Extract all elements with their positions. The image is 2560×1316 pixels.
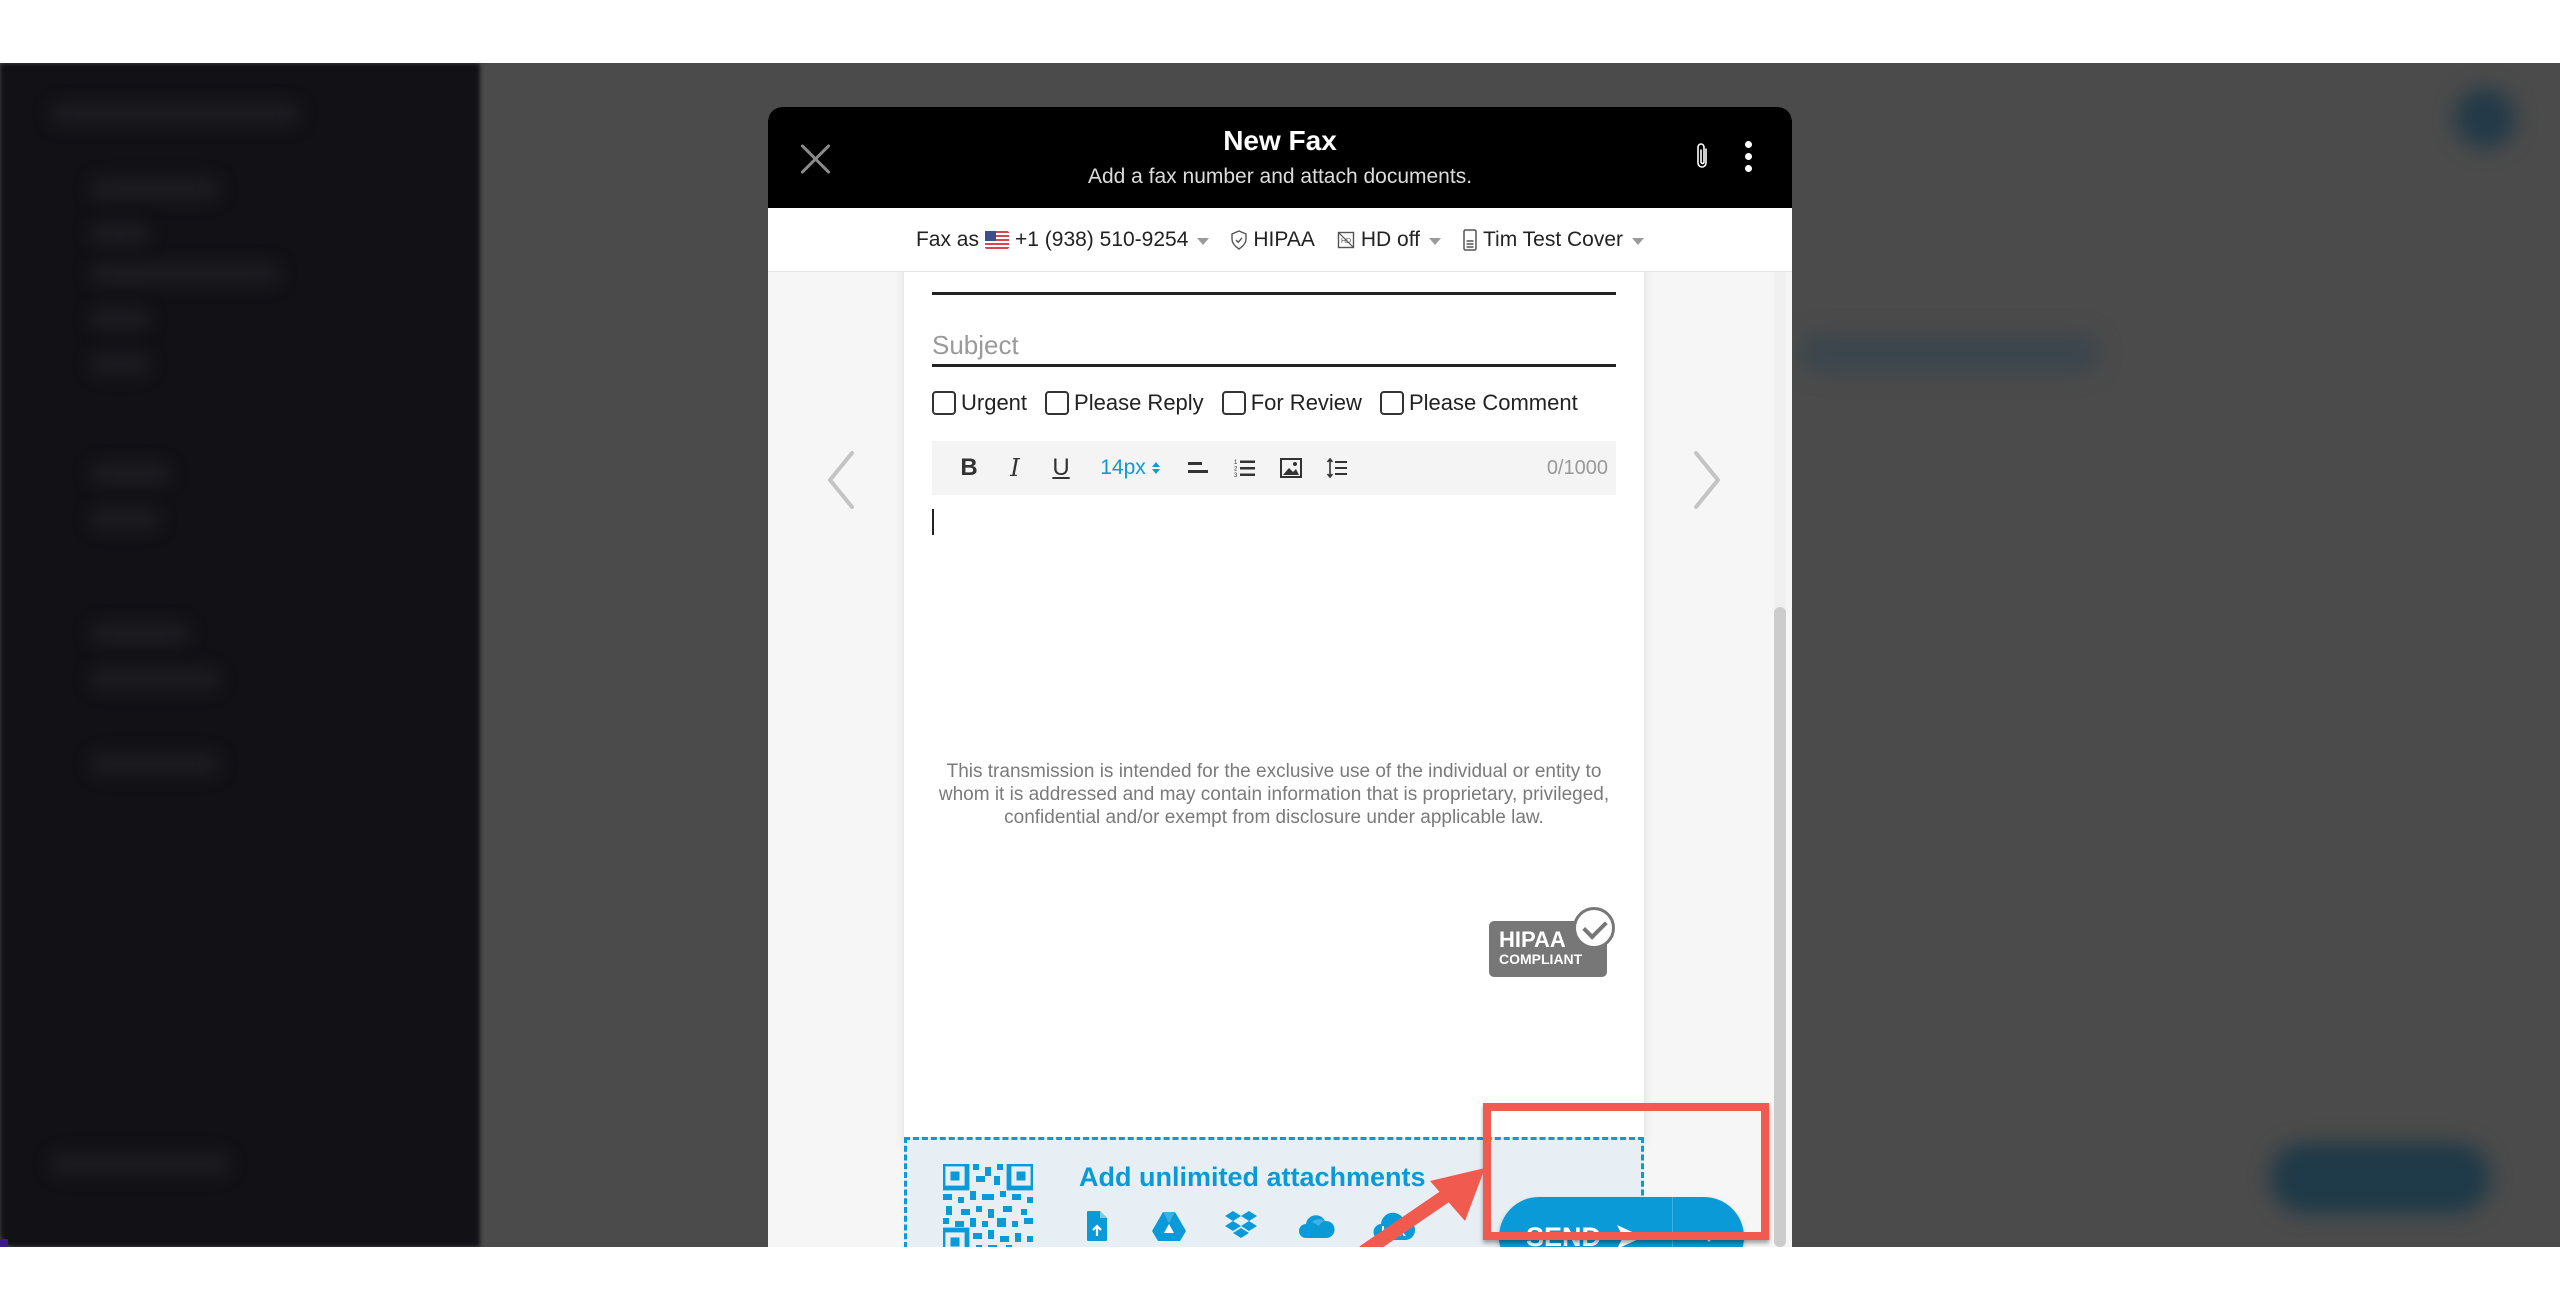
hd-label: HD off xyxy=(1360,227,1420,251)
hipaa-compliant-badge: HIPAA COMPLIANT xyxy=(1489,907,1615,977)
hd-selector[interactable]: HD HD off xyxy=(1337,228,1441,252)
image-icon xyxy=(1280,458,1302,478)
google-drive-icon[interactable] xyxy=(1151,1208,1187,1244)
send-label: SEND xyxy=(1525,1221,1601,1248)
caret-down-icon xyxy=(1197,237,1210,245)
line-height-icon xyxy=(1326,457,1347,479)
badge-line2: COMPLIANT xyxy=(1499,951,1583,967)
us-flag-icon xyxy=(985,230,1009,249)
qr-code-icon xyxy=(943,1164,1033,1247)
text-cursor xyxy=(932,509,934,535)
onedrive-icon[interactable] xyxy=(1295,1208,1337,1244)
background-avatar xyxy=(2455,88,2515,148)
fax-as-selector[interactable]: Fax as +1 (938) 510-9254 xyxy=(915,227,1210,252)
svg-text:box: box xyxy=(1381,1223,1406,1239)
more-vertical-icon[interactable] xyxy=(1743,141,1753,173)
ordered-list-button[interactable]: 123 xyxy=(1222,448,1268,488)
align-button[interactable] xyxy=(1176,448,1222,488)
send-arrow-icon xyxy=(1617,1225,1643,1247)
fax-options-bar: Fax as +1 (938) 510-9254 HIPAA HD HD off… xyxy=(768,208,1792,272)
new-fax-modal: New Fax Add a fax number and attach docu… xyxy=(768,107,1792,1247)
checkbox-please-reply[interactable]: Please Reply xyxy=(1045,390,1204,416)
line-height-button[interactable] xyxy=(1314,448,1360,488)
caret-down-icon xyxy=(1429,237,1441,245)
cover-label: Tim Test Cover xyxy=(1483,227,1624,251)
checkbox-urgent[interactable]: Urgent xyxy=(932,390,1027,416)
hipaa-label: HIPAA xyxy=(1253,227,1315,251)
svg-text:3: 3 xyxy=(1234,473,1238,478)
checkbox-label: For Review xyxy=(1250,390,1362,415)
cover-page-selector[interactable]: Tim Test Cover xyxy=(1463,227,1645,252)
checkbox-please-comment[interactable]: Please Comment xyxy=(1379,390,1578,416)
checkbox-box[interactable] xyxy=(1221,391,1246,415)
background-blob xyxy=(1800,333,2100,373)
svg-text:HD: HD xyxy=(1341,238,1351,245)
hd-off-icon: HD xyxy=(1337,231,1355,248)
ordered-list-icon: 123 xyxy=(1234,460,1255,478)
cover-checkboxes: Urgent Please Reply For Review Please Co… xyxy=(932,390,1578,416)
upload-file-icon[interactable] xyxy=(1079,1208,1115,1244)
hipaa-toggle[interactable]: HIPAA xyxy=(1231,227,1315,252)
modal-title: New Fax xyxy=(1223,125,1337,156)
shield-check-icon xyxy=(1231,229,1248,250)
paperclip-icon[interactable] xyxy=(1693,141,1711,171)
previous-page-arrow[interactable] xyxy=(822,445,862,515)
font-size-selector[interactable]: 14px xyxy=(1084,456,1176,480)
document-icon xyxy=(1463,228,1477,251)
attachments-title: Add unlimited attachments xyxy=(1079,1162,1426,1192)
italic-button[interactable]: I xyxy=(992,448,1038,488)
background-sidebar xyxy=(0,63,480,1247)
scrollbar-thumb[interactable] xyxy=(1774,607,1786,1247)
underline-button[interactable]: U xyxy=(1038,448,1084,488)
checkbox-label: Please Comment xyxy=(1408,390,1578,415)
checkbox-box[interactable] xyxy=(1045,391,1070,415)
svg-text:2: 2 xyxy=(1234,467,1238,473)
send-options-dropdown[interactable] xyxy=(1673,1197,1744,1247)
caret-down-icon xyxy=(1632,237,1645,245)
char-counter: 0/1000 xyxy=(1546,456,1608,479)
stepper-icon xyxy=(1151,462,1160,474)
editor-toolbar: B I U 14px 123 0/1000 xyxy=(932,441,1616,495)
dropbox-icon[interactable] xyxy=(1223,1208,1259,1244)
app-screen: New Fax Add a fax number and attach docu… xyxy=(0,63,2560,1247)
checkbox-box[interactable] xyxy=(1379,391,1404,415)
background-fab xyxy=(2270,1143,2490,1213)
font-size-value: 14px xyxy=(1100,456,1146,479)
attachment-sources: box xyxy=(1079,1208,1415,1244)
insert-image-button[interactable] xyxy=(1268,448,1314,488)
checkbox-label: Urgent xyxy=(961,390,1028,415)
background-corner xyxy=(0,1239,8,1247)
fax-number: +1 (938) 510-9254 xyxy=(1015,227,1189,251)
subject-input[interactable] xyxy=(932,327,1616,367)
send-button-group: SEND xyxy=(1499,1197,1744,1247)
message-editor[interactable] xyxy=(932,497,1616,717)
checkbox-for-review[interactable]: For Review xyxy=(1221,390,1362,416)
check-circle-icon xyxy=(1573,907,1615,949)
checkbox-box[interactable] xyxy=(932,391,956,415)
modal-subtitle: Add a fax number and attach documents. xyxy=(1087,165,1473,188)
confidentiality-disclaimer: This transmission is intended for the ex… xyxy=(938,761,1610,828)
next-page-arrow[interactable] xyxy=(1686,445,1726,515)
caret-down-icon xyxy=(1700,1232,1717,1242)
send-button[interactable]: SEND xyxy=(1499,1197,1673,1247)
from-field[interactable] xyxy=(932,285,1616,295)
bold-button[interactable]: B xyxy=(946,448,992,488)
modal-header: New Fax Add a fax number and attach docu… xyxy=(768,107,1792,208)
align-left-icon xyxy=(1188,462,1208,473)
fax-as-label: Fax as xyxy=(915,227,979,251)
box-icon[interactable]: box xyxy=(1373,1208,1415,1244)
svg-text:1: 1 xyxy=(1234,460,1238,466)
checkbox-label: Please Reply xyxy=(1074,390,1204,415)
cover-page: From Urgent Please Reply For Review Plea… xyxy=(904,251,1644,1143)
